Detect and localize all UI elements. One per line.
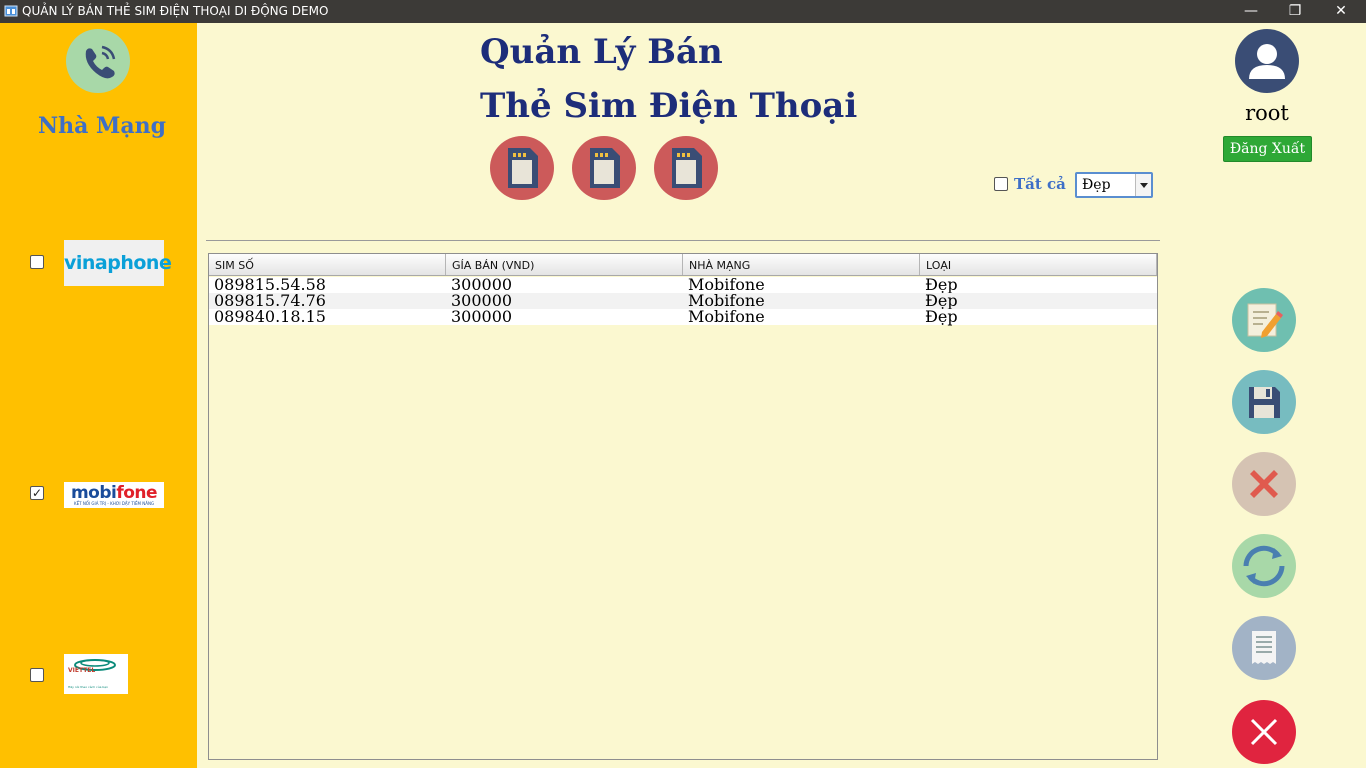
title-bar: QUẢN LÝ BÁN THẺ SIM ĐIỆN THOẠI DI ĐỘNG D… bbox=[0, 0, 1366, 23]
avatar bbox=[1235, 29, 1299, 93]
vinaphone-logo-text: vinaphone bbox=[64, 252, 172, 274]
username: root bbox=[1245, 101, 1289, 125]
sim-card-icon bbox=[672, 148, 702, 188]
delete-icon bbox=[1250, 470, 1278, 498]
checkbox-viettel[interactable] bbox=[30, 668, 44, 682]
cell-carrier: Mobifone bbox=[688, 307, 765, 326]
table-header: SIM SỐ GÍA BÁN (VND) NHÀ MẠNG LOẠI bbox=[209, 254, 1157, 276]
mobifone-tagline: KẾT NỐI GIÁ TRỊ - KHƠI DẬY TIỀM NĂNG bbox=[73, 501, 155, 506]
sim-button-3[interactable] bbox=[654, 136, 718, 200]
page-title-line2: Thẻ Sim Điện Thoại bbox=[480, 86, 858, 126]
sim-card-icon bbox=[508, 148, 538, 188]
receipt-button[interactable] bbox=[1232, 616, 1296, 680]
app-icon bbox=[4, 5, 18, 17]
all-checkbox-label[interactable]: Tất cả bbox=[1014, 175, 1066, 193]
sim-table: SIM SỐ GÍA BÁN (VND) NHÀ MẠNG LOẠI 08981… bbox=[208, 253, 1158, 760]
vinaphone-logo: vinaphone bbox=[64, 240, 172, 286]
delete-button[interactable] bbox=[1232, 452, 1296, 516]
sim-button-2[interactable] bbox=[572, 136, 636, 200]
viettel-logo-text: VIETTEL bbox=[68, 667, 96, 674]
viettel-logo: VIETTEL Hãy nói theo cách của bạn bbox=[64, 654, 128, 694]
chevron-down-icon bbox=[1140, 183, 1148, 188]
dropdown-arrow[interactable] bbox=[1135, 174, 1151, 196]
cell-price: 300000 bbox=[451, 307, 513, 326]
edit-icon bbox=[1247, 303, 1283, 338]
table-row[interactable]: 089815.54.58 300000 Mobifone Đẹp bbox=[209, 277, 1157, 293]
sidebar-title: Nhà Mạng bbox=[37, 113, 166, 139]
save-button[interactable] bbox=[1232, 370, 1296, 434]
window-title: QUẢN LÝ BÁN THẺ SIM ĐIỆN THOẠI DI ĐỘNG D… bbox=[22, 4, 329, 18]
all-checkbox[interactable] bbox=[994, 177, 1008, 191]
cell-type: Đẹp bbox=[925, 307, 958, 326]
table-row[interactable]: 089840.18.15 300000 Mobifone Đẹp bbox=[209, 309, 1157, 325]
sim-card-icon bbox=[590, 148, 620, 188]
checkbox-mobifone[interactable]: ✓ bbox=[30, 486, 44, 500]
viettel-tagline: Hãy nói theo cách của bạn bbox=[68, 685, 109, 689]
exit-icon bbox=[1250, 718, 1278, 746]
exit-button[interactable] bbox=[1232, 700, 1296, 764]
maximize-button[interactable]: ❐ bbox=[1272, 0, 1318, 23]
cell-sim: 089840.18.15 bbox=[214, 307, 326, 326]
mobifone-logo: mobifone KẾT NỐI GIÁ TRỊ - KHƠI DẬY TIỀM… bbox=[64, 482, 164, 508]
checkbox-vinaphone[interactable] bbox=[30, 255, 44, 269]
phone-icon bbox=[66, 29, 130, 93]
receipt-icon bbox=[1252, 631, 1276, 664]
user-icon bbox=[1249, 44, 1285, 79]
save-icon bbox=[1249, 387, 1280, 418]
type-select[interactable]: Đẹp bbox=[1075, 172, 1153, 198]
close-window-button[interactable]: ✕ bbox=[1318, 0, 1364, 23]
refresh-icon bbox=[1243, 545, 1285, 587]
refresh-button[interactable] bbox=[1232, 534, 1296, 598]
column-header-carrier[interactable]: NHÀ MẠNG bbox=[683, 254, 920, 275]
column-header-sim[interactable]: SIM SỐ bbox=[209, 254, 446, 275]
type-select-value: Đẹp bbox=[1082, 177, 1111, 193]
page-title-line1: Quản Lý Bán bbox=[480, 32, 723, 72]
carrier-sidebar: Nhà Mạng vinaphone ✓ mobifone KẾT NỐI GI… bbox=[0, 23, 197, 768]
edit-button[interactable] bbox=[1232, 288, 1296, 352]
column-header-type[interactable]: LOẠI bbox=[920, 254, 1157, 275]
divider bbox=[206, 240, 1160, 241]
column-header-price[interactable]: GÍA BÁN (VND) bbox=[446, 254, 683, 275]
logout-button[interactable]: Đăng Xuất bbox=[1223, 136, 1312, 162]
sim-button-1[interactable] bbox=[490, 136, 554, 200]
mobifone-logo-text: mobifone bbox=[70, 483, 158, 503]
minimize-button[interactable]: — bbox=[1228, 0, 1274, 23]
table-row[interactable]: 089815.74.76 300000 Mobifone Đẹp bbox=[209, 293, 1157, 309]
